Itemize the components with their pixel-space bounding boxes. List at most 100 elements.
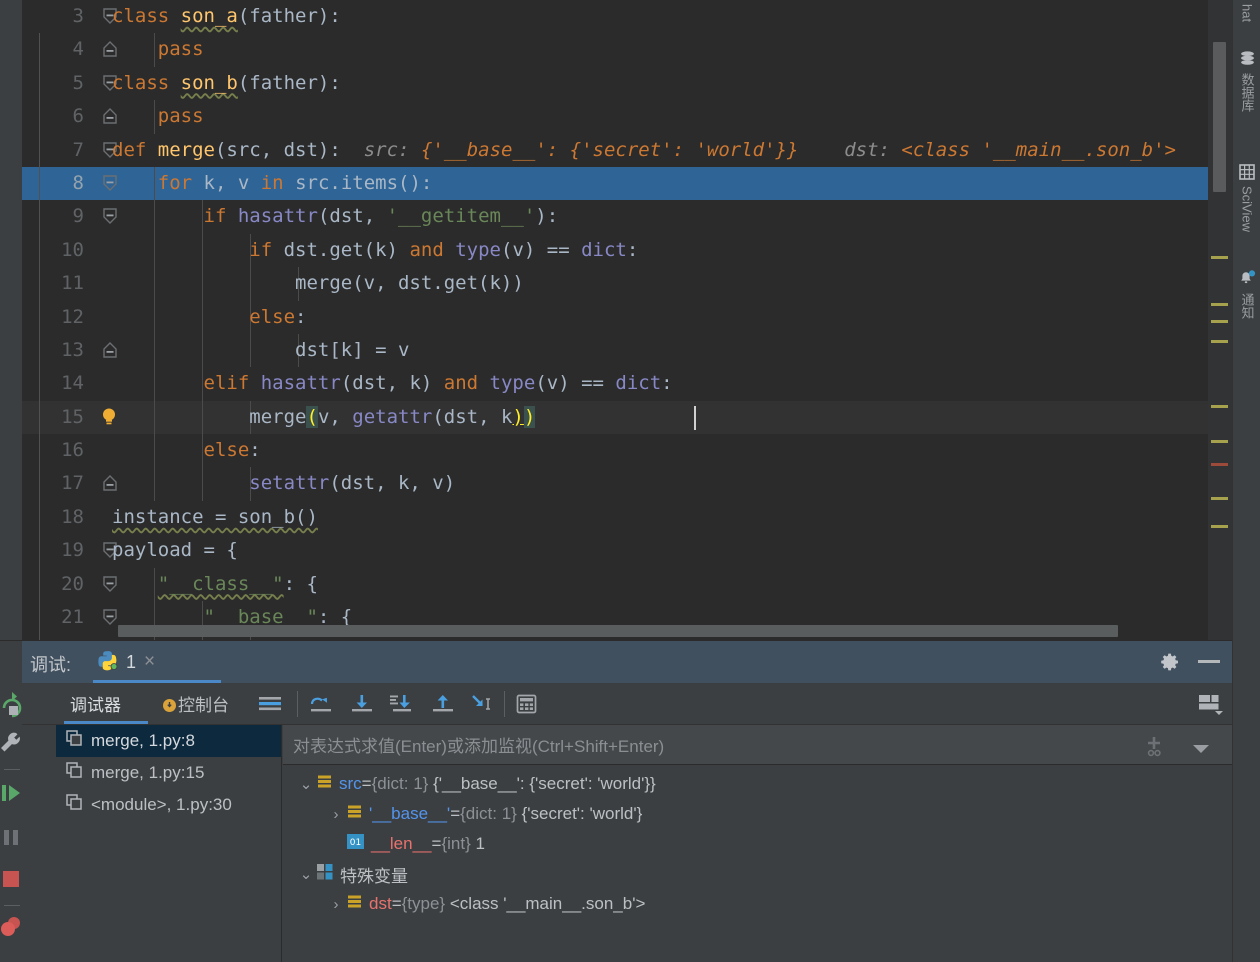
console-icon xyxy=(162,698,177,718)
variable-row[interactable]: › '__base__' = {dict: 1} {'secret': 'worl… xyxy=(283,799,1232,829)
code-line[interactable]: 7 def merge(src, dst): src: {'__base__': … xyxy=(22,133,1208,167)
tab-debugger[interactable]: 调试器 xyxy=(70,691,121,716)
pause-program-icon[interactable] xyxy=(0,821,27,853)
view-breakpoints-icon[interactable] xyxy=(0,911,27,943)
warning-marker[interactable] xyxy=(1211,497,1228,500)
frame-row[interactable]: merge, 1.py:8 xyxy=(56,725,281,757)
right-tab-label: 通知 xyxy=(1239,293,1255,319)
settings-wrench-icon[interactable] xyxy=(0,727,27,759)
debug-tool-window: 调试: 1 × 调试器 控制台 merge, 1.py:8 merge, 1.p… xyxy=(0,640,1232,962)
line-number: 17 xyxy=(61,472,84,495)
stop-program-icon[interactable] xyxy=(0,863,27,895)
code-line[interactable]: 19 payload = { xyxy=(22,534,1208,568)
code-text: merge(v, getattr(dst, k)) xyxy=(249,405,536,428)
code-line[interactable]: 14 elif hasattr(dst, k) and type(v) == d… xyxy=(22,367,1208,401)
warning-marker[interactable] xyxy=(1211,340,1228,343)
frames-pane: MainThread merge, 1.py:8merge, 1.py:15<m… xyxy=(56,725,282,962)
code-line[interactable]: 3 class son_a(father): xyxy=(22,0,1208,33)
pycharm-window: 3 class son_a(father): 4 pass 5 class son_b(… xyxy=(0,0,1260,962)
frame-row[interactable]: merge, 1.py:15 xyxy=(56,757,281,789)
variable-name: dst xyxy=(369,894,392,913)
code-line[interactable]: 13 dst[k] = v xyxy=(22,333,1208,368)
chevron-down-icon[interactable]: ⌄ xyxy=(297,865,315,883)
variable-row[interactable]: 01 __len__ = {int} 1 xyxy=(283,829,1232,859)
variable-row[interactable]: › dst = {type} <class '__main__.son_b'> xyxy=(283,889,1232,919)
settings-gear-icon[interactable] xyxy=(1158,650,1182,679)
rail-separator xyxy=(4,769,20,770)
fold-guide xyxy=(39,601,40,635)
sciview-grid-icon xyxy=(1239,164,1255,180)
debug-session-tab[interactable]: 1 × xyxy=(88,641,221,683)
line-number: 21 xyxy=(61,606,84,629)
code-line[interactable]: 6 pass xyxy=(22,100,1208,134)
step-into-icon[interactable] xyxy=(349,693,375,720)
run-to-cursor-icon[interactable] xyxy=(469,693,497,720)
code-line[interactable]: 18 instance = son_b() xyxy=(22,500,1208,535)
code-line[interactable]: 11 merge(v, dst.get(k)) xyxy=(22,267,1208,301)
code-line[interactable]: 9 if hasattr(dst, '__getitem__'): xyxy=(22,200,1208,234)
right-tab-notifications[interactable]: 通知 xyxy=(1233,265,1260,375)
show-execution-point-icon[interactable] xyxy=(258,694,284,719)
step-out-icon[interactable] xyxy=(430,693,456,720)
add-watch-icon[interactable] xyxy=(1144,735,1170,762)
editor-vertical-scrollbar[interactable] xyxy=(1208,0,1232,640)
fold-guide xyxy=(39,367,40,401)
code-line[interactable]: 20 "__class__": { xyxy=(22,567,1208,602)
code-line[interactable]: 10 if dst.get(k) and type(v) == dict: xyxy=(22,233,1208,268)
chevron-down-icon[interactable]: ⌄ xyxy=(297,775,315,793)
close-icon[interactable]: × xyxy=(144,651,155,673)
code-line[interactable]: 4 pass xyxy=(22,33,1208,67)
variable-row[interactable]: ⌄ 特殊变量 xyxy=(283,859,1232,889)
force-step-into-icon[interactable] xyxy=(388,693,416,720)
code-text: else: xyxy=(203,439,261,462)
warning-marker[interactable] xyxy=(1211,256,1228,259)
evaluate-expression-icon[interactable] xyxy=(516,694,538,719)
code-line[interactable]: 12 else: xyxy=(22,300,1208,334)
code-line[interactable]: 5 class son_b(father): xyxy=(22,66,1208,101)
database-icon xyxy=(1239,50,1256,67)
variable-name: __len__ xyxy=(371,834,432,853)
line-number: 3 xyxy=(72,5,84,27)
code-line[interactable]: 15 merge(v, getattr(dst, k)) xyxy=(22,400,1208,435)
rerun-icon[interactable] xyxy=(0,689,27,721)
frame-icon xyxy=(66,730,83,752)
code-line[interactable]: 8 for k, v in src.items(): xyxy=(22,166,1208,201)
variable-type: {dict: 1} xyxy=(371,774,429,793)
resume-program-icon[interactable] xyxy=(0,777,27,809)
warning-marker[interactable] xyxy=(1211,303,1228,306)
variable-row[interactable]: ⌄ src = {dict: 1} {'__base__': {'secret':… xyxy=(283,769,1232,799)
debug-toolbar: 调试器 控制台 xyxy=(22,683,1232,725)
frames-list[interactable]: merge, 1.py:8 merge, 1.py:15 <module>, 1.p… xyxy=(56,725,281,821)
frame-row[interactable]: <module>, 1.py:30 xyxy=(56,789,281,821)
minimize-icon[interactable] xyxy=(1198,660,1220,663)
variable-value: {'__base__': {'secret': 'world'}} xyxy=(433,774,656,793)
warning-marker[interactable] xyxy=(1211,525,1228,528)
chevron-right-icon[interactable]: › xyxy=(327,806,345,823)
editor-left-strip xyxy=(0,0,22,640)
watch-dropdown-icon[interactable] xyxy=(1192,742,1210,760)
variables-tree[interactable]: ⌄ src = {dict: 1} {'__base__': {'secret':… xyxy=(283,769,1232,919)
code-line[interactable]: 16 else: xyxy=(22,434,1208,468)
right-tab-label: 数据库 xyxy=(1239,73,1255,112)
code-lines[interactable]: 3 class son_a(father): 4 pass 5 class son_b(… xyxy=(22,0,1208,640)
warning-marker[interactable] xyxy=(1211,440,1228,443)
editor-horizontal-scrollbar[interactable] xyxy=(118,625,1118,637)
tab-console[interactable]: 控制台 xyxy=(178,691,229,716)
fold-guide xyxy=(39,434,40,468)
frame-label: <module>, 1.py:30 xyxy=(91,795,232,814)
variable-type: {type} xyxy=(401,894,446,913)
fold-guide xyxy=(39,33,40,67)
evaluate-expression-input[interactable]: 对表达式求值(Enter)或添加监视(Ctrl+Shift+Enter) xyxy=(283,725,1232,765)
right-tab-database[interactable]: 数据库 xyxy=(1233,46,1260,176)
code-editor[interactable]: 3 class son_a(father): 4 pass 5 class son_b(… xyxy=(0,0,1232,640)
scrollbar-thumb[interactable] xyxy=(1213,42,1226,192)
code-line[interactable]: 17 setattr(dst, k, v) xyxy=(22,467,1208,501)
warning-marker[interactable] xyxy=(1211,320,1228,323)
layout-settings-icon[interactable] xyxy=(1197,692,1227,723)
error-marker[interactable] xyxy=(1211,463,1228,466)
mute-breakpoints-icon[interactable] xyxy=(0,955,27,962)
chevron-right-icon[interactable]: › xyxy=(327,896,345,913)
fold-guide xyxy=(39,200,40,234)
step-over-icon[interactable] xyxy=(308,693,336,720)
warning-marker[interactable] xyxy=(1211,405,1228,408)
